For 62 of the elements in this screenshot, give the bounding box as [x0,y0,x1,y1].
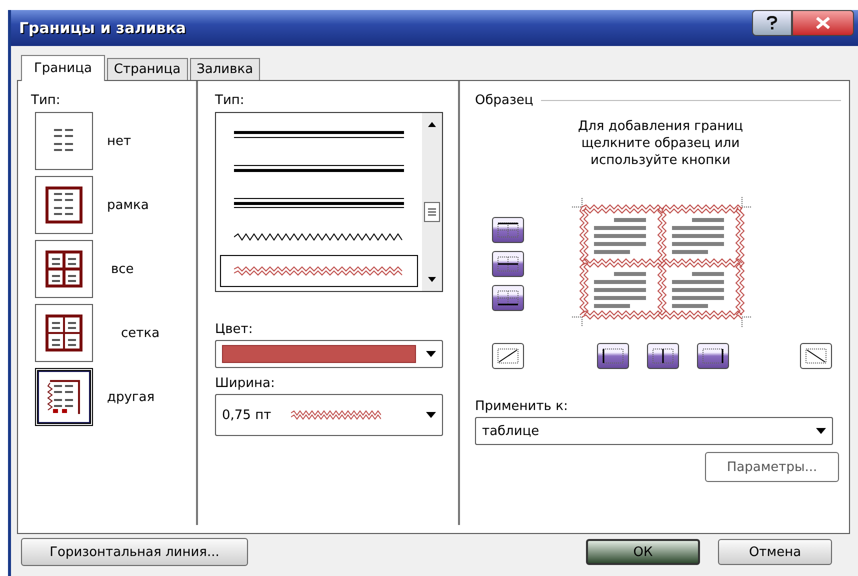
border-icon [497,256,519,272]
bordered-text-icon [44,313,84,353]
border-toggle-button[interactable] [492,343,524,369]
preset-label: другая [107,390,155,404]
line-style-item[interactable] [220,255,418,287]
preset-button[interactable] [35,368,93,426]
bordered-text-icon [44,249,84,289]
border-icon [702,348,724,364]
setting-label: Тип: [31,93,62,108]
tab[interactable]: Заливка [190,58,260,80]
bordered-text-icon [44,185,84,225]
preset-button[interactable] [35,240,93,298]
close-icon [815,17,831,29]
line-sample-icon [234,196,404,210]
border-toggle-button[interactable] [492,285,524,311]
border-icon [652,348,674,364]
border-toggle-button[interactable] [697,343,729,369]
apply-to-label: Применить к: [475,399,569,414]
preset-button[interactable] [35,304,93,362]
scroll-up-icon[interactable] [427,121,437,127]
preset-button[interactable] [35,112,93,170]
dropdown-arrow-icon [816,428,826,434]
preset-label: сетка [121,326,160,340]
border-icon [805,348,827,364]
border-toggle-button[interactable] [597,343,629,369]
table-preview-drawing[interactable] [572,197,752,327]
preview-hint: Для добавления границ щелкните образец или используйте кнопки [576,118,744,169]
border-icon [497,222,519,238]
line-sample-icon [234,264,404,278]
tab[interactable]: Граница [21,55,105,81]
border-toggle-button[interactable] [647,343,679,369]
help-button[interactable] [752,10,792,36]
style-label: Тип: [215,93,246,108]
cancel-button[interactable]: Отмена [718,539,832,565]
tab[interactable]: Страница [106,58,188,80]
color-dropdown[interactable] [215,340,443,368]
border-icon [497,290,519,306]
border-toggle-button[interactable] [800,343,832,369]
scroll-down-icon[interactable] [427,277,437,283]
scroll-thumb[interactable] [424,202,440,222]
apply-to-dropdown[interactable]: таблице [475,417,833,445]
color-label: Цвет: [215,322,254,337]
help-icon [766,16,778,30]
border-toggle-button[interactable] [492,251,524,277]
preset-button[interactable] [35,176,93,234]
window-title: Границы и заливка [19,19,188,37]
border-icon [602,348,624,364]
preset-label: рамка [107,198,149,212]
preset-label: нет [107,134,132,148]
border-toggle-button[interactable] [492,217,524,243]
line-sample-icon [291,410,382,420]
scrollbar[interactable] [422,113,442,291]
preview-label: Образец [475,93,534,108]
ok-button[interactable]: ОК [586,539,700,565]
border-icon [497,348,519,364]
width-dropdown[interactable]: 0,75 пт [215,394,443,436]
dropdown-arrow-icon [426,351,436,357]
horizontal-line-button[interactable]: Горизонтальная линия... [21,538,248,566]
close-button[interactable] [792,10,854,36]
preset-label: все [111,262,134,276]
dropdown-arrow-icon [426,412,436,418]
width-label: Ширина: [215,376,276,391]
